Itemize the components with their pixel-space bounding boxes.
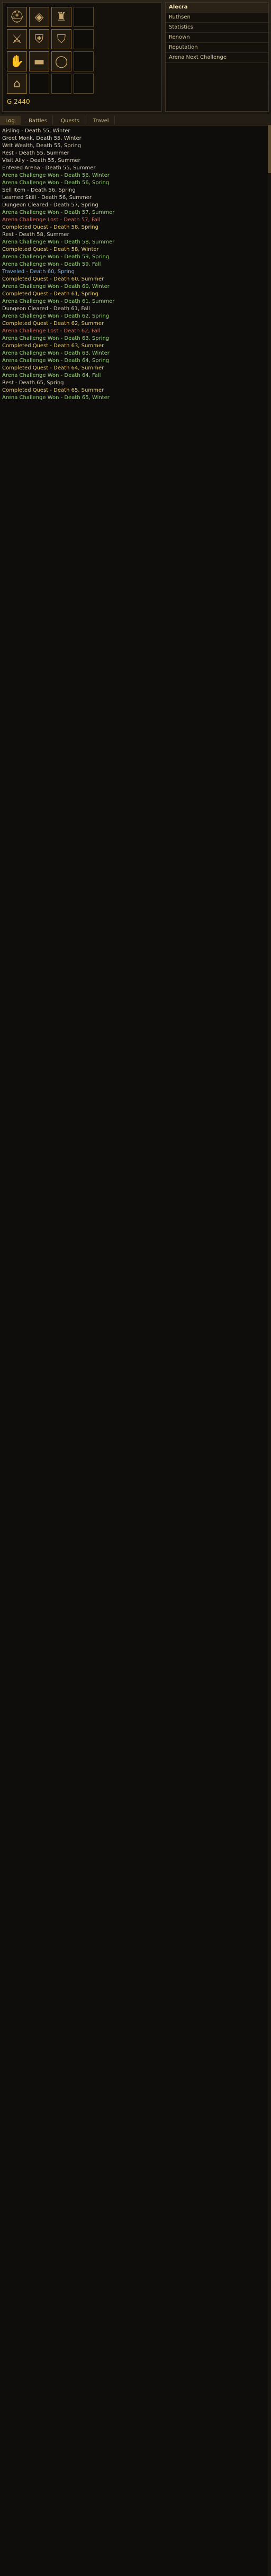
log-entry: Rest - Death 65, Spring	[2, 380, 64, 386]
belt-slot[interactable]: ▬	[29, 51, 49, 71]
log-entry: Dungeon Cleared - Death 57, Spring	[2, 202, 98, 208]
log-entry: Visit Ally - Death 55, Summer	[2, 158, 80, 164]
log-entry: Completed Quest - Death 63, Summer	[2, 343, 104, 349]
ring-slot[interactable]: ◯	[51, 51, 71, 71]
log-entry: Arena Challenge Won - Death 57, Summer	[2, 210, 115, 215]
gloves-slot[interactable]: ✋	[7, 51, 27, 71]
empty-slot[interactable]	[29, 74, 49, 94]
armor-slot[interactable]: ⛨	[29, 29, 49, 49]
info-row[interactable]: Renown	[166, 33, 268, 43]
empty-slot[interactable]	[74, 7, 94, 27]
log-entry: Arena Challenge Won - Death 65, Winter	[2, 395, 110, 401]
log-entry: Arena Challenge Won - Death 59, Spring	[2, 254, 110, 260]
log-entry: Completed Quest - Death 61, Spring	[2, 291, 98, 297]
log-entry: Writ Wealth, Death 55, Spring	[2, 143, 82, 149]
empty-slot[interactable]	[51, 74, 71, 94]
weapon-slot[interactable]: ⚔	[7, 29, 27, 49]
log-entry: Completed Quest - Death 62, Summer	[2, 321, 104, 327]
log-entry: Arena Challenge Won - Death 63, Winter	[2, 350, 110, 356]
log-entry: Completed Quest - Death 58, Winter	[2, 247, 99, 252]
character-info: Alecra Ruthsen Statistics Renown Reputat…	[165, 2, 269, 112]
top-panel: ⛑ ◈ ♜ ⚔ ⛨ ⛉ ✋ ▬ ◯ ⌂ G 2440 Alecra Ruthse…	[0, 0, 271, 115]
gold-counter: G 2440	[7, 98, 30, 105]
character-name: Alecra	[166, 3, 268, 13]
log-entry: Learned Skill - Death 56, Summer	[2, 195, 92, 201]
empty-slot[interactable]	[74, 29, 94, 49]
equipment-panel: ⛑ ◈ ♜ ⚔ ⛨ ⛉ ✋ ▬ ◯ ⌂ G 2440	[2, 2, 162, 112]
event-log: Aisling - Death 55, Winter Greet Monk, De…	[0, 125, 271, 2576]
log-entry: Arena Challenge Won - Death 64, Spring	[2, 358, 110, 364]
info-row[interactable]: Statistics	[166, 23, 268, 33]
log-entry: Rest - Death 58, Summer	[2, 232, 69, 238]
helmet-slot[interactable]: ⛑	[7, 7, 27, 27]
log-entry: Traveled - Death 60, Spring	[2, 269, 75, 275]
log-entry: Rest - Death 55, Summer	[2, 150, 69, 156]
log-entry: Arena Challenge Won - Death 61, Summer	[2, 299, 115, 304]
info-row[interactable]: Ruthsen	[166, 13, 268, 23]
empty-slot[interactable]	[74, 74, 94, 94]
log-entry: Arena Challenge Won - Death 62, Spring	[2, 313, 110, 319]
tab-quests[interactable]: Quests	[56, 116, 85, 126]
log-entry: Aisling - Death 55, Winter	[2, 128, 70, 134]
tab-travel[interactable]: Travel	[88, 116, 115, 126]
tab-battles[interactable]: Battles	[23, 116, 53, 126]
amulet-slot[interactable]: ◈	[29, 7, 49, 27]
log-entry: Completed Quest - Death 65, Summer	[2, 387, 104, 393]
log-entry: Arena Challenge Lost - Death 57, Fall	[2, 217, 101, 223]
log-entry: Sell Item - Death 56, Spring	[2, 187, 76, 193]
log-entry: Arena Challenge Won - Death 59, Fall	[2, 261, 101, 267]
log-entry: Arena Challenge Won - Death 60, Winter	[2, 284, 110, 290]
shield-slot[interactable]: ⛉	[51, 29, 71, 49]
scrollbar-thumb[interactable]	[268, 125, 271, 173]
scrollbar-track[interactable]	[268, 125, 271, 2576]
log-entry: Arena Challenge Won - Death 56, Winter	[2, 173, 110, 178]
empty-slot[interactable]	[74, 51, 94, 71]
info-row[interactable]: Arena Next Challenge	[166, 53, 268, 63]
log-entry: Arena Challenge Won - Death 56, Spring	[2, 180, 110, 186]
cloak-slot[interactable]: ♜	[51, 7, 71, 27]
log-entry: Arena Challenge Lost - Death 62, Fall	[2, 328, 101, 334]
log-entry: Completed Quest - Death 60, Summer	[2, 276, 104, 282]
log-entry: Arena Challenge Won - Death 58, Summer	[2, 239, 115, 245]
tab-bar: Log Battles Quests Travel	[0, 114, 271, 126]
info-row[interactable]: Reputation	[166, 43, 268, 53]
tab-log[interactable]: Log	[0, 116, 21, 126]
log-entry: Completed Quest - Death 58, Spring	[2, 224, 98, 230]
boots-slot[interactable]: ⌂	[7, 74, 27, 94]
log-entry: Completed Quest - Death 64, Summer	[2, 365, 104, 371]
log-entry: Greet Monk, Death 55, Winter	[2, 135, 82, 141]
log-entry: Dungeon Cleared - Death 61, Fall	[2, 306, 90, 312]
log-entry: Arena Challenge Won - Death 63, Spring	[2, 336, 110, 341]
log-entry: Arena Challenge Won - Death 64, Fall	[2, 373, 101, 378]
log-entry: Entered Arena - Death 55, Summer	[2, 165, 96, 171]
